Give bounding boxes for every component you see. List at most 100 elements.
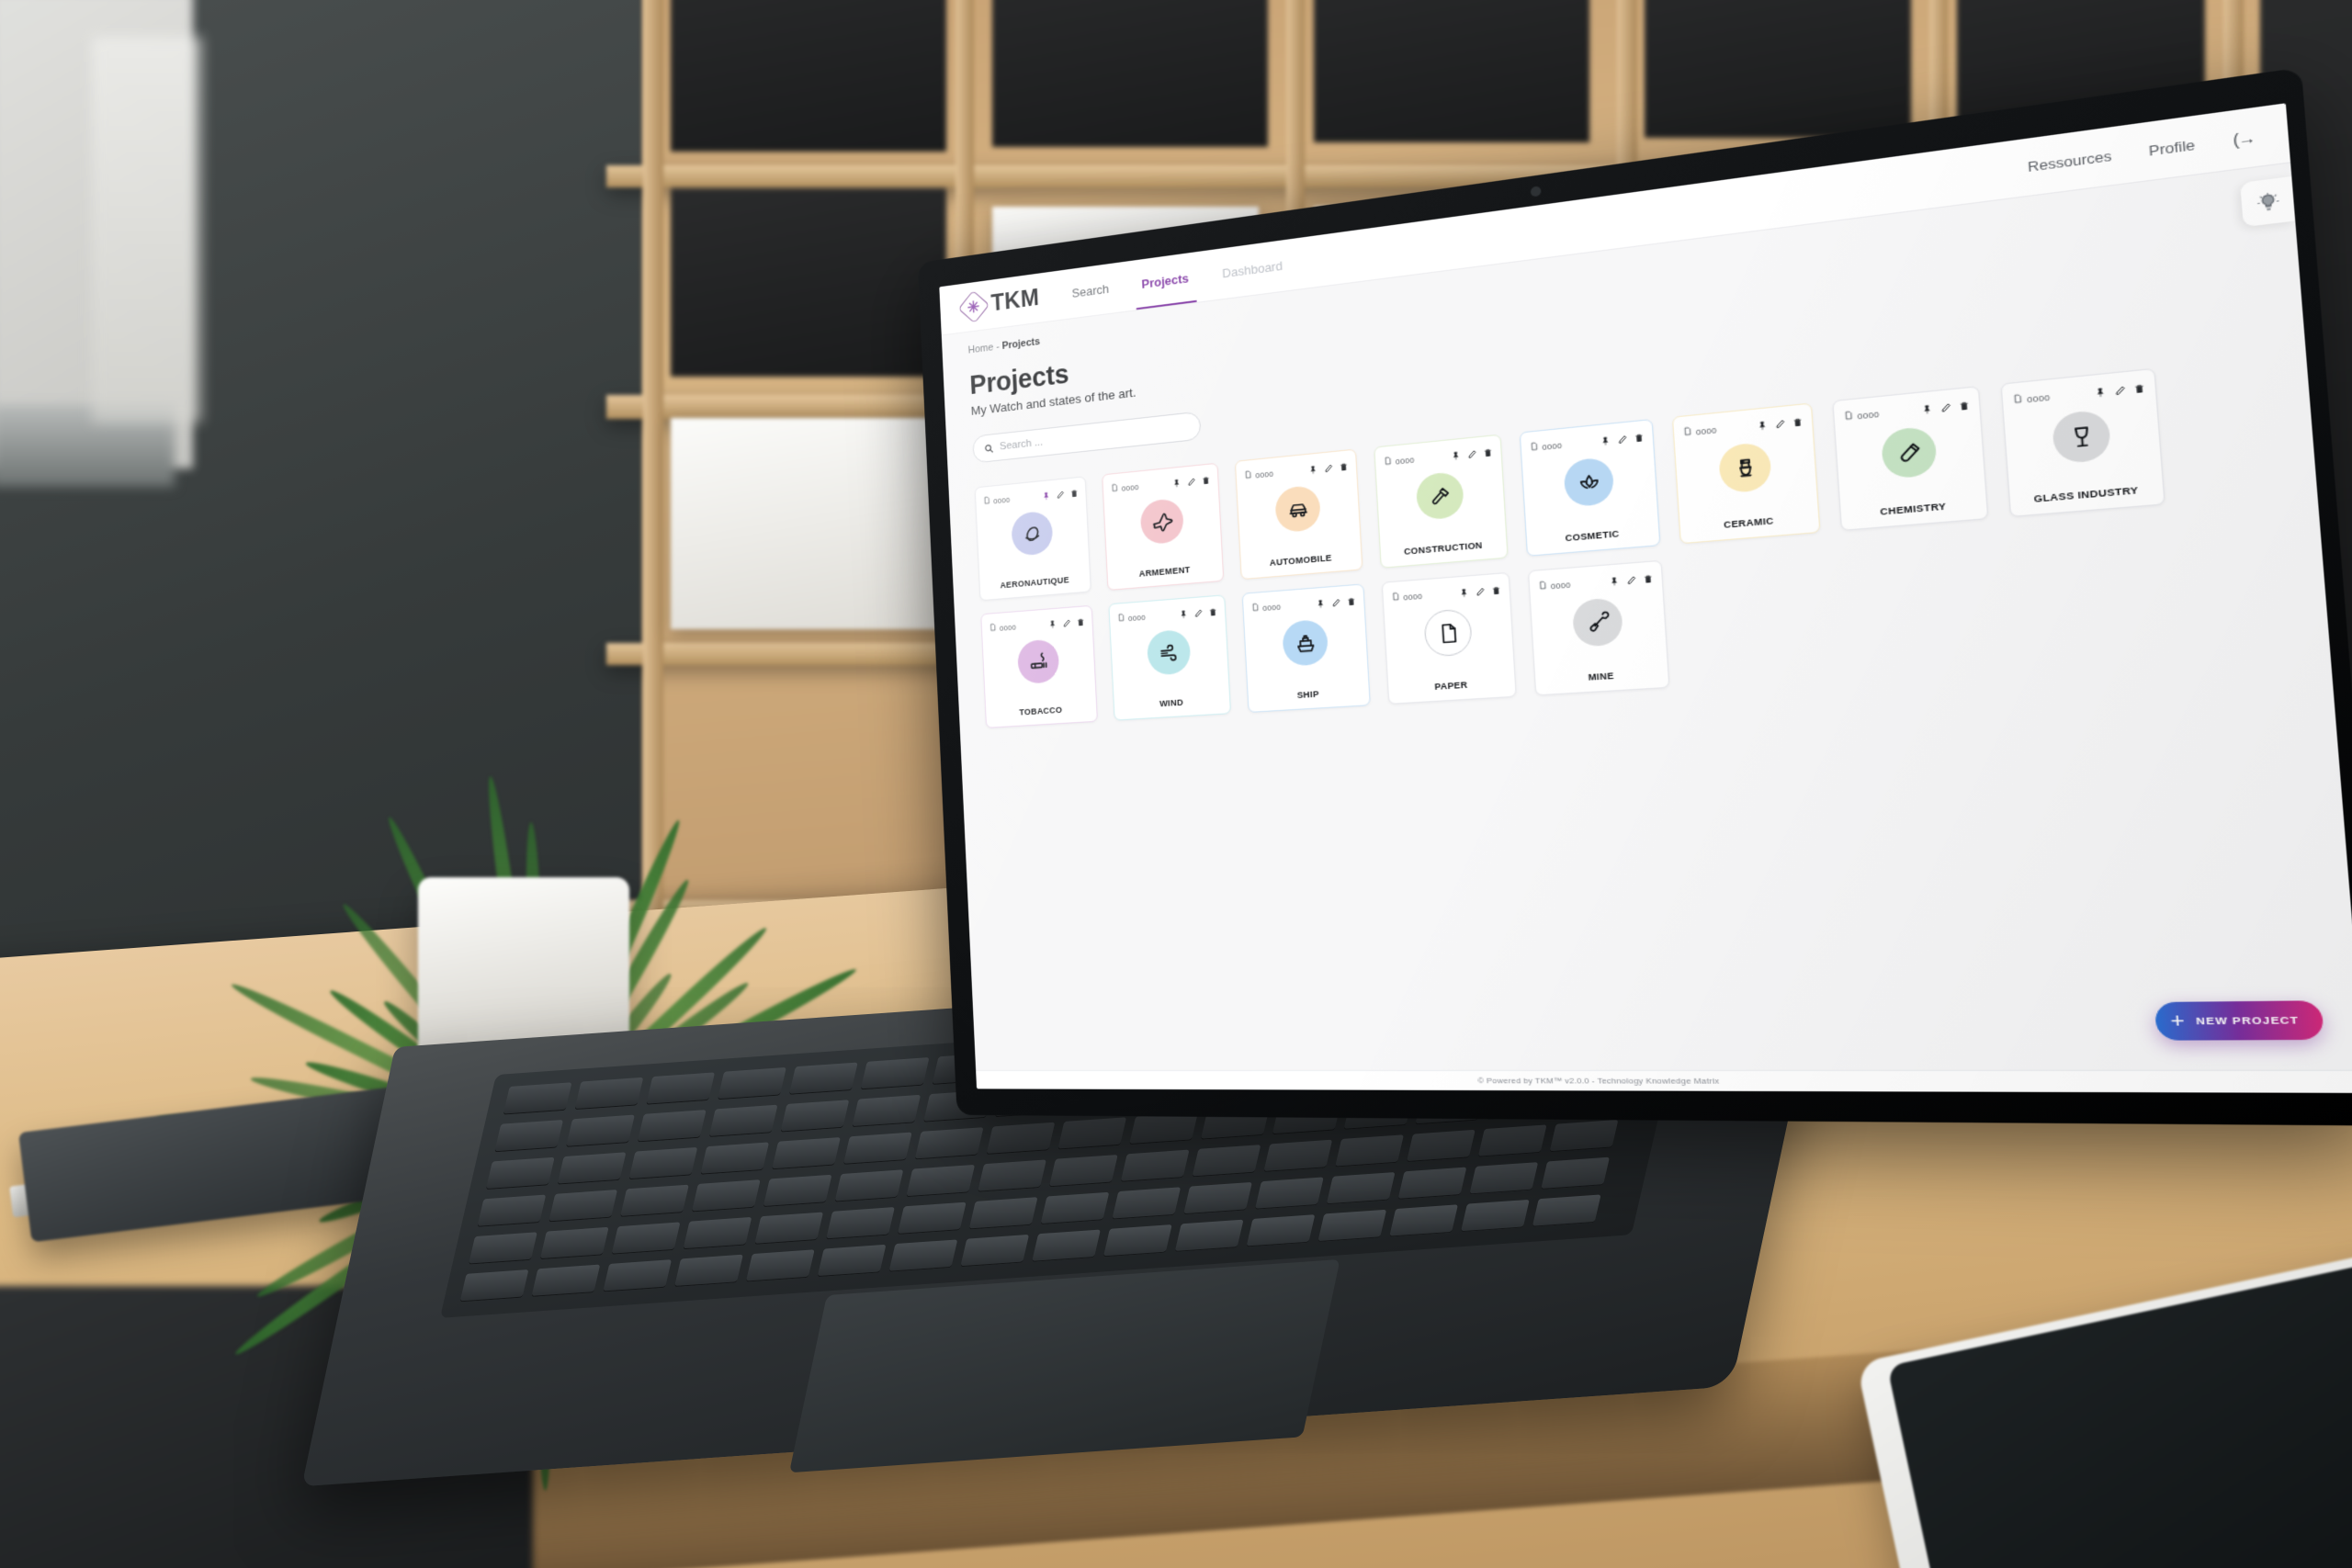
nav-item-projects[interactable]: Projects (1137, 253, 1193, 310)
search-box[interactable]: Search ... (972, 411, 1202, 465)
project-card[interactable]: 0000 PAPER (1381, 572, 1517, 705)
pencil-icon[interactable] (1193, 608, 1204, 619)
new-project-button[interactable]: + NEW PROJECT (2154, 1000, 2324, 1041)
pin-icon[interactable] (1921, 403, 1934, 416)
trash-icon[interactable] (1070, 488, 1079, 499)
trash-icon[interactable] (1483, 447, 1493, 459)
trash-icon[interactable] (1959, 400, 1971, 412)
document-icon (983, 493, 991, 511)
document-count: 0000 (2012, 388, 2051, 411)
pencil-icon[interactable] (1617, 434, 1628, 446)
pin-icon[interactable] (1042, 491, 1051, 502)
pin-icon[interactable] (1451, 450, 1462, 462)
trash-icon[interactable] (1792, 416, 1804, 429)
hammer-icon (1427, 483, 1453, 510)
logout-icon[interactable]: (→ (2233, 128, 2256, 148)
brand-name: TKM (989, 284, 1040, 317)
project-card[interactable]: 0000 WIND (1108, 594, 1232, 722)
project-label: CHEMISTRY (1879, 501, 1947, 518)
project-card[interactable]: 0000 AUTOMOBILE (1234, 448, 1363, 581)
nav-item-ressources[interactable]: Ressources (2028, 148, 2112, 175)
card-actions (1609, 573, 1654, 588)
pin-icon[interactable] (2094, 386, 2107, 399)
project-card[interactable]: 0000 GLASS INDUSTRY (2000, 368, 2165, 518)
pin-icon[interactable] (1308, 464, 1318, 476)
pencil-icon[interactable] (1187, 477, 1197, 488)
project-icon-circle (1571, 597, 1624, 649)
card-actions (1042, 488, 1079, 502)
trash-icon[interactable] (1202, 475, 1211, 486)
project-card[interactable]: 0000 AERONAUTIQUE (974, 476, 1091, 602)
pin-icon[interactable] (1047, 619, 1057, 630)
planet-icon (1021, 521, 1044, 546)
brand-logo[interactable]: ✳ TKM (957, 284, 1040, 323)
document-icon (1117, 611, 1126, 628)
card-actions (1316, 596, 1356, 610)
card-header: 0000 (1110, 471, 1210, 498)
document-icon (1529, 439, 1539, 458)
card-header: 0000 (983, 485, 1079, 511)
trash-icon[interactable] (2133, 382, 2145, 395)
project-label: MINE (1588, 671, 1614, 683)
pin-icon[interactable] (1609, 576, 1620, 588)
pencil-icon[interactable] (1475, 586, 1486, 598)
cigarette-icon (1026, 649, 1049, 674)
card-actions (2094, 382, 2145, 400)
projects-grid: 0000 AERONAUTIQUE 0000 ARMEMENT 0000 AUTOMOBI… (974, 357, 2290, 729)
pencil-icon[interactable] (1625, 574, 1636, 586)
pin-icon[interactable] (1171, 478, 1182, 489)
webcam-icon (1530, 186, 1542, 197)
project-card[interactable]: 0000 TOBACCO (980, 605, 1098, 729)
document-count-value: 0000 (1542, 441, 1563, 453)
project-card[interactable]: 0000 SHIP (1241, 583, 1371, 714)
document-count: 0000 (1529, 436, 1563, 458)
project-card[interactable]: 0000 MINE (1527, 560, 1670, 696)
project-card[interactable]: 0000 CHEMISTRY (1832, 386, 1989, 532)
topbar-right: Ressources Profile (→ (2027, 128, 2256, 175)
trash-icon[interactable] (1077, 617, 1085, 628)
pin-icon[interactable] (1757, 420, 1769, 433)
plus-icon: + (2169, 1009, 2186, 1033)
pencil-icon[interactable] (2113, 384, 2127, 397)
pin-icon[interactable] (1600, 435, 1611, 447)
project-card[interactable]: 0000 COSMETIC (1519, 419, 1661, 558)
pencil-icon[interactable] (1939, 401, 1952, 414)
pencil-icon[interactable] (1774, 418, 1786, 431)
car-icon (1285, 496, 1311, 523)
card-header: 0000 (1529, 428, 1645, 457)
trash-icon[interactable] (1347, 596, 1356, 607)
office-laptop-scene: ✳ TKM Search Projects Dashboard Ressourc… (0, 0, 2352, 1568)
card-actions (1179, 606, 1217, 620)
pencil-icon[interactable] (1323, 463, 1333, 475)
breadcrumb-home[interactable]: Home (967, 342, 993, 355)
trash-icon[interactable] (1634, 432, 1644, 444)
trash-icon[interactable] (1491, 585, 1501, 597)
trash-icon[interactable] (1643, 573, 1653, 585)
pencil-icon[interactable] (1062, 618, 1071, 629)
trash-icon[interactable] (1208, 606, 1217, 617)
lightbulb-icon (2256, 191, 2279, 212)
trash-icon[interactable] (1339, 461, 1348, 473)
pencil-icon[interactable] (1466, 448, 1477, 460)
project-icon-circle (1139, 498, 1185, 546)
nav-item-dashboard[interactable]: Dashboard (1218, 240, 1287, 299)
pin-icon[interactable] (1179, 609, 1189, 620)
pin-icon[interactable] (1316, 598, 1326, 609)
search-input[interactable]: Search ... (1000, 437, 1044, 453)
nav-item-profile[interactable]: Profile (2148, 137, 2196, 159)
new-project-label: NEW PROJECT (2195, 1013, 2300, 1028)
project-icon-circle (1016, 638, 1060, 685)
project-card[interactable]: 0000 ARMEMENT (1102, 463, 1225, 592)
document-count: 0000 (989, 619, 1016, 637)
project-card[interactable]: 0000 CONSTRUCTION (1374, 434, 1509, 570)
theme-toggle-button[interactable] (2240, 176, 2296, 228)
pin-icon[interactable] (1459, 587, 1470, 599)
project-card[interactable]: 0000 CERAMIC (1671, 402, 1821, 545)
document-icon (989, 620, 997, 637)
card-header: 0000 (1244, 457, 1349, 485)
pencil-icon[interactable] (1056, 490, 1065, 501)
nav-item-search[interactable]: Search (1069, 264, 1114, 318)
pencil-icon[interactable] (1331, 597, 1341, 609)
card-header: 0000 (1383, 444, 1493, 472)
document-count-value: 0000 (999, 623, 1017, 633)
